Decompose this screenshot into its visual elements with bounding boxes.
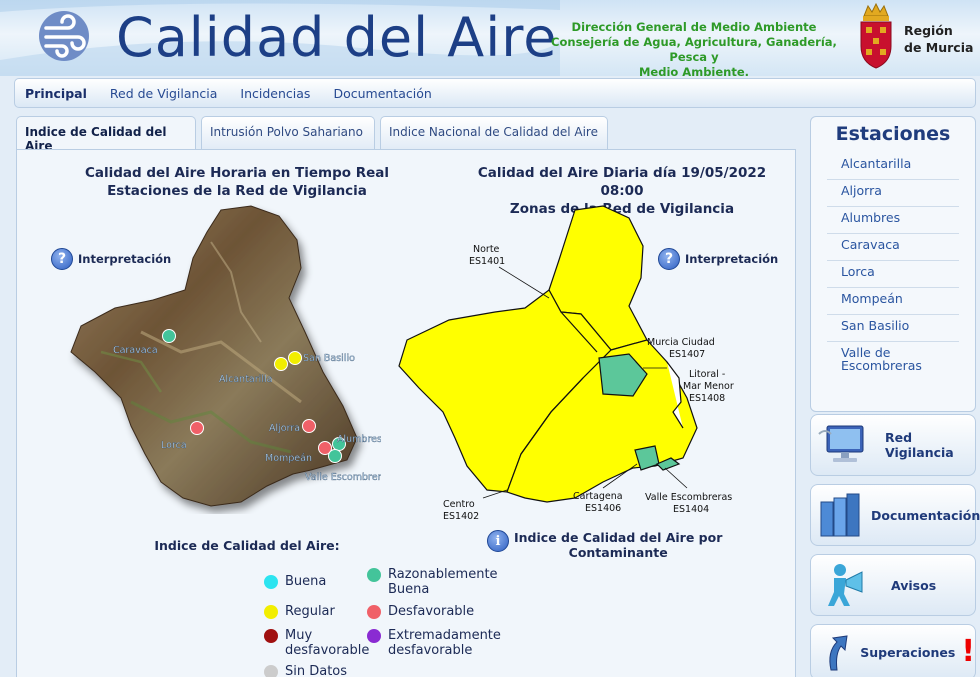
avisos-button[interactable]: Avisos xyxy=(810,554,976,616)
legend-dot xyxy=(367,629,381,643)
station-label-aljorra[interactable]: Aljorra xyxy=(269,423,300,434)
station-link-mompean[interactable]: Mompeán xyxy=(827,288,959,315)
red-vigilancia-button[interactable]: Red Vigilancia xyxy=(810,414,976,476)
megaphone-person-icon xyxy=(817,558,877,612)
station-dot-san-basilio[interactable] xyxy=(288,351,302,365)
station-label-caravaca[interactable]: Caravaca xyxy=(113,345,158,356)
legend-title: Indice de Calidad del Aire: xyxy=(154,538,340,553)
zone-label-valle-escombreras: Valle Escombreras xyxy=(645,492,732,503)
station-dot-lorca[interactable] xyxy=(190,421,204,435)
superaciones-button[interactable]: Superaciones ! xyxy=(810,624,976,677)
station-link-alcantarilla[interactable]: Alcantarilla xyxy=(827,153,959,180)
station-dot-alcantarilla[interactable] xyxy=(274,357,288,371)
legend-dot xyxy=(367,568,381,582)
zone-code-norte: ES1401 xyxy=(469,256,505,267)
stations-panel: Estaciones Alcantarilla Aljorra Alumbres… xyxy=(810,116,976,412)
computer-icon xyxy=(817,418,871,472)
tab-indice-calidad[interactable]: Indice de Calidad del Aire xyxy=(16,116,196,153)
station-link-alumbres[interactable]: Alumbres xyxy=(827,207,959,234)
zone-label-cartagena: Cartagena xyxy=(573,491,623,502)
info-icon: i xyxy=(487,530,509,552)
station-label-valle-escombreras[interactable]: Valle Escombreras xyxy=(305,472,381,483)
station-label-alcantarilla[interactable]: Alcantarilla xyxy=(219,374,273,385)
legend-dot xyxy=(264,575,278,589)
region-crest-icon xyxy=(860,2,892,69)
nav-incidencias[interactable]: Incidencias xyxy=(238,84,312,103)
tab-intrusion-polvo[interactable]: Intrusión Polvo Sahariano xyxy=(201,116,375,150)
station-link-san-basilio[interactable]: San Basilio xyxy=(827,315,959,342)
nav-principal[interactable]: Principal xyxy=(23,84,89,103)
zone-label-centro: Centro xyxy=(443,499,475,510)
legend-dot xyxy=(367,605,381,619)
binders-icon xyxy=(817,488,867,542)
site-title: Calidad del Aire xyxy=(116,6,558,69)
station-dot-aljorra[interactable] xyxy=(302,419,316,433)
site-header: Calidad del Aire Dirección General de Me… xyxy=(0,0,980,76)
region-name: Región de Murcia xyxy=(904,23,974,55)
legend-extremadamente-desfavorable: Extremadamente desfavorable xyxy=(367,628,501,658)
zone-code-centro: ES1402 xyxy=(443,511,479,522)
main-panel: Calidad del Aire Horaria en Tiempo Real … xyxy=(16,149,796,677)
realtime-title: Calidad del Aire Horaria en Tiempo Real … xyxy=(84,165,390,199)
legend-desfavorable: Desfavorable xyxy=(367,604,474,619)
zones-map: Norte ES1401 Murcia Ciudad ES1407 Litora… xyxy=(398,205,734,522)
content-tabs: Indice de Calidad del Aire Intrusión Pol… xyxy=(16,116,613,153)
wind-logo-icon xyxy=(39,11,89,61)
zone-code-valle-escombreras: ES1404 xyxy=(673,504,709,515)
station-dot-valle-escombreras[interactable] xyxy=(328,449,342,463)
legend-razonablemente-buena: Razonablemente Buena xyxy=(367,567,498,597)
station-label-alumbres[interactable]: Alumbres xyxy=(337,434,381,445)
main-navbar: Principal Red de Vigilancia Incidencias … xyxy=(14,78,976,108)
agency-name: Dirección General de Medio Ambiente Cons… xyxy=(551,20,837,76)
station-link-valle-escombreras[interactable]: Valle de Escombreras xyxy=(827,342,959,377)
stations-terrain-map: Caravaca San Basilio Alcantarilla Lorca … xyxy=(70,205,381,507)
station-label-mompean[interactable]: Mompeán xyxy=(265,453,312,464)
arrow-up-icon xyxy=(817,625,854,677)
zone-code-murcia-ciudad: ES1407 xyxy=(669,349,705,360)
station-label-lorca[interactable]: Lorca xyxy=(161,440,187,451)
zone-code-litoral: ES1408 xyxy=(689,393,725,404)
legend-muy-desfavorable: Muy desfavorable xyxy=(264,628,369,658)
legend-dot xyxy=(264,665,278,677)
station-dot-caravaca[interactable] xyxy=(162,329,176,343)
nav-documentacion[interactable]: Documentación xyxy=(331,84,433,103)
station-label-san-basilio[interactable]: San Basilio xyxy=(303,353,355,364)
zone-label-litoral: Litoral - xyxy=(689,369,725,380)
station-link-caravaca[interactable]: Caravaca xyxy=(827,234,959,261)
tab-indice-nacional[interactable]: Indice Nacional de Calidad del Aire xyxy=(380,116,608,150)
legend-dot xyxy=(264,605,278,619)
station-link-aljorra[interactable]: Aljorra xyxy=(827,180,959,207)
stations-title: Estaciones xyxy=(835,123,951,145)
nav-red-vigilancia[interactable]: Red de Vigilancia xyxy=(108,84,220,103)
legend-dot xyxy=(264,629,278,643)
zone-label-murcia-ciudad: Murcia Ciudad xyxy=(647,337,715,348)
alert-exclamation-icon: ! xyxy=(961,634,975,669)
legend-sin-datos: Sin Datos xyxy=(264,664,347,677)
legend-regular: Regular xyxy=(264,604,335,619)
pollutant-index-link[interactable]: i Indice de Calidad del Aire por Contamin… xyxy=(487,530,727,560)
documentacion-button[interactable]: Documentación xyxy=(810,484,980,546)
zone-label-norte: Norte xyxy=(473,244,500,255)
zone-label-mar-menor: Mar Menor xyxy=(683,381,734,392)
legend-buena: Buena xyxy=(264,574,326,589)
station-link-lorca[interactable]: Lorca xyxy=(827,261,959,288)
zone-code-cartagena: ES1406 xyxy=(585,503,621,514)
